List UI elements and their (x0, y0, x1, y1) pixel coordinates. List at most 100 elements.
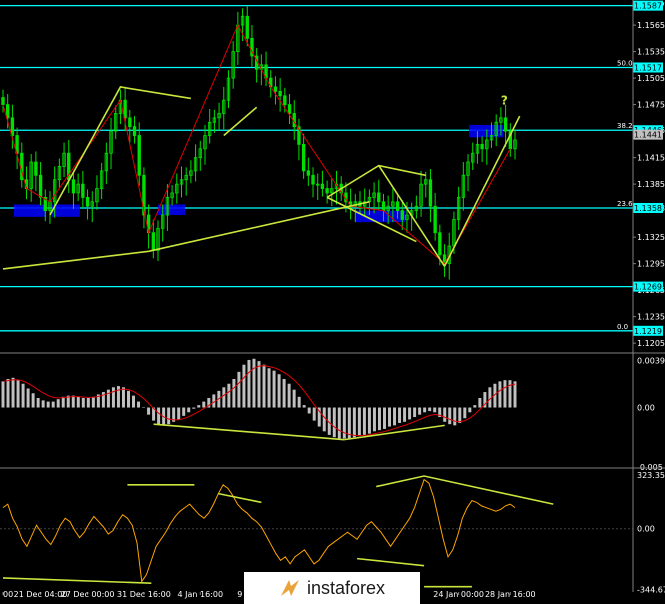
price-tick-label: 1.1475 (637, 101, 665, 110)
macd-bar (91, 396, 95, 408)
price-tick-label: 1.1295 (637, 260, 665, 269)
macd-bar (393, 407, 397, 426)
macd-bar (463, 407, 467, 419)
instaforex-logo: instaforex (244, 572, 420, 604)
time-tick-label: 21 Dec 04:00 (14, 590, 68, 599)
price-zone (52, 204, 80, 217)
macd-bar (111, 387, 115, 408)
macd-bar (478, 398, 482, 408)
candle-body (273, 86, 278, 92)
candle-body (377, 192, 381, 203)
price-tick-label: 1.1505 (637, 74, 665, 83)
macd-bar (498, 381, 502, 408)
cci-trendline (2, 577, 152, 585)
cci-tick-label: 323.3582 (637, 471, 665, 480)
macd-bar (86, 398, 90, 408)
macd-bar (488, 387, 492, 408)
candle-body (85, 196, 90, 207)
macd-bar (302, 405, 306, 408)
macd-tick-label: 0.00397 (637, 356, 665, 365)
macd-bar (61, 396, 65, 408)
price-tick-label: 1.1565 (637, 21, 665, 30)
time-tick-label: 27 Dec 00:00 (61, 590, 115, 599)
macd-bar (11, 377, 15, 408)
macd-bar (6, 378, 10, 408)
macd-bar (36, 398, 40, 408)
macd-bar (443, 407, 447, 422)
macd-bar (468, 407, 472, 413)
candle-body (38, 174, 43, 198)
candle-body (381, 201, 386, 212)
macd-bar (26, 388, 30, 408)
macd-bar (297, 396, 301, 408)
macd-bar (408, 407, 412, 420)
last-price-label: 1.1441 (634, 131, 662, 140)
price-zone (158, 204, 185, 216)
candle-body (438, 232, 442, 256)
price-zone (14, 204, 46, 217)
macd-bar (508, 380, 512, 408)
candle-body (325, 188, 329, 194)
macd-bar (126, 390, 130, 408)
fib-ratio-label: 23.6 (617, 200, 633, 208)
macd-bar (242, 364, 246, 408)
macd-bar (332, 407, 336, 438)
macd-bar (137, 401, 141, 408)
macd-bar (367, 407, 371, 434)
macd-bar (418, 407, 422, 415)
macd-bar (1, 381, 5, 408)
candle-body (6, 104, 10, 119)
price-tick-label: 1.1325 (637, 233, 665, 242)
macd-bar (473, 405, 477, 408)
level-label: 1.1358 (634, 204, 662, 213)
candle-body (480, 143, 484, 150)
candle-body (137, 135, 141, 176)
candle-body (245, 15, 249, 39)
macd-bar (388, 407, 392, 427)
level-label: 1.1269 (634, 283, 662, 292)
macd-bar (197, 405, 201, 408)
macd-bar (81, 398, 85, 408)
question-annotation: ? (501, 94, 508, 108)
macd-bar (21, 383, 25, 408)
macd-tick-label: 0.00 (637, 404, 655, 413)
fib-ratio-label: 50.0 (617, 59, 633, 67)
macd-bar (272, 370, 276, 408)
macd-bar (398, 407, 402, 423)
candle-body (503, 117, 508, 132)
price-tick-label: 1.1205 (637, 339, 665, 348)
macd-bar (448, 407, 452, 425)
candle-body (395, 201, 400, 212)
macd-bar (76, 396, 80, 408)
price-tick-label: 1.1235 (637, 313, 665, 322)
price-tick-label: 1.1415 (637, 154, 665, 163)
macd-bar (46, 401, 50, 408)
candle-body (306, 170, 311, 176)
macd-bar (403, 407, 407, 422)
price-zone (469, 124, 503, 138)
macd-bar (187, 407, 191, 413)
macd-bar (142, 407, 146, 409)
macd-bar (382, 407, 386, 429)
macd-bar (182, 407, 186, 416)
macd-bar (287, 383, 291, 408)
time-tick-label: 24 Jan 00:00 (433, 590, 484, 599)
level-label: 1.1219 (634, 327, 662, 336)
candle-body (34, 161, 38, 176)
macd-bar (372, 407, 376, 432)
macd-bar (121, 387, 125, 408)
cci-line (2, 478, 516, 583)
macd-bar (227, 383, 231, 408)
instaforex-logo-icon (280, 580, 299, 596)
macd-bar (132, 395, 136, 408)
macd-bar (106, 389, 110, 408)
fib-ratio-label: 38.2 (617, 122, 633, 130)
macd-bar (433, 407, 437, 413)
macd-bar (31, 393, 35, 408)
macd-bar (453, 407, 457, 426)
macd-bar (177, 407, 181, 420)
macd-bar (377, 407, 381, 431)
macd-bar (267, 368, 271, 408)
candle-body (10, 117, 15, 136)
forex-chart: 1.15871.15651.15351.15051.14751.14461.14… (0, 0, 665, 599)
